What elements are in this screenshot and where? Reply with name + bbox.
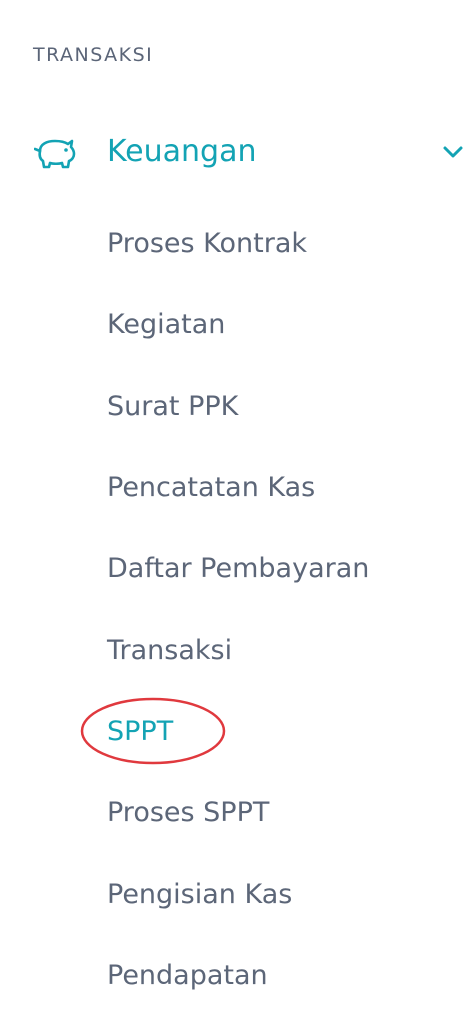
submenu-item-pencatatan-kas[interactable]: Pencatatan Kas bbox=[107, 466, 315, 510]
sidebar-group-label: Keuangan bbox=[107, 134, 257, 169]
chevron-down-icon[interactable] bbox=[441, 144, 465, 160]
sidebar: TRANSAKSI Keuangan Proses Kontrak Kegiat… bbox=[0, 0, 465, 1035]
sidebar-group-keuangan[interactable]: Keuangan bbox=[0, 122, 465, 184]
piggy-bank-icon bbox=[34, 139, 76, 169]
section-title: TRANSAKSI bbox=[33, 44, 154, 66]
submenu-item-proses-kontrak[interactable]: Proses Kontrak bbox=[107, 222, 307, 266]
submenu-item-pendapatan[interactable]: Pendapatan bbox=[107, 954, 268, 998]
submenu-item-proses-sppt[interactable]: Proses SPPT bbox=[107, 791, 269, 835]
submenu-item-daftar-pembayaran[interactable]: Daftar Pembayaran bbox=[107, 547, 369, 591]
submenu-item-transaksi[interactable]: Transaksi bbox=[107, 629, 232, 673]
submenu-item-pengisian-kas[interactable]: Pengisian Kas bbox=[107, 873, 292, 917]
submenu-item-kegiatan[interactable]: Kegiatan bbox=[107, 303, 225, 347]
submenu-item-sppt[interactable]: SPPT bbox=[107, 710, 173, 754]
submenu-item-surat-ppk[interactable]: Surat PPK bbox=[107, 385, 238, 429]
